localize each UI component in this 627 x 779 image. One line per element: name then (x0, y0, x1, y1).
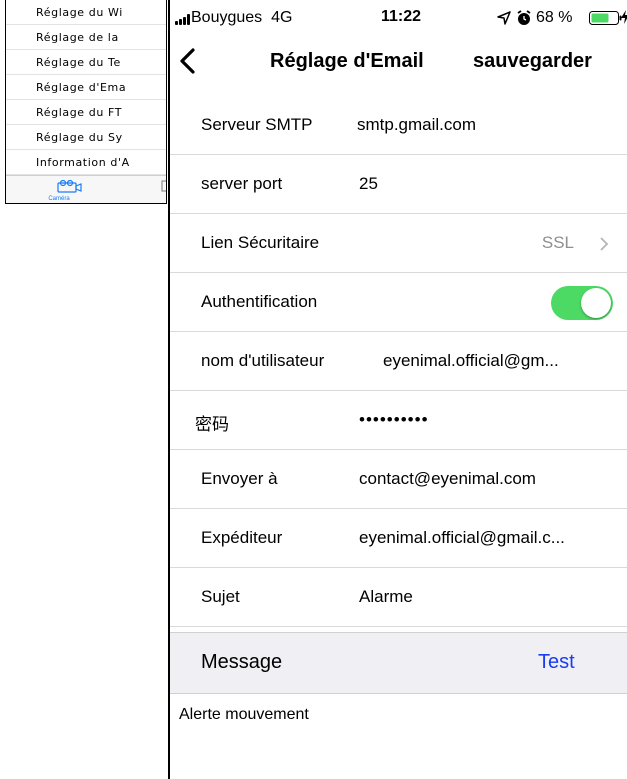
settings-list: Serveur SMTP smtp.gmail.com server port … (170, 96, 627, 627)
toggle-knob (581, 288, 611, 318)
status-time: 11:22 (381, 8, 422, 25)
navigation-bar: Réglage d'Email sauvegarder (170, 36, 627, 88)
send-to-label: Envoyer à (201, 469, 278, 488)
authentication-toggle[interactable] (551, 286, 613, 320)
background-settings-screen: Réglage du Wi Réglage de la Réglage du T… (5, 0, 167, 204)
photo-icon[interactable] (161, 180, 167, 192)
message-body-textarea[interactable]: Alerte mouvement (179, 706, 619, 766)
email-settings-screen: Bouygues 4G 11:22 68 % Réglage d'Email s… (168, 0, 627, 779)
server-port-label: server port (201, 174, 283, 193)
authentication-row: Authentification (170, 273, 627, 332)
save-button[interactable]: sauvegarder (473, 50, 592, 73)
battery-percentage: 68 % (536, 9, 573, 26)
bg-tab-bar: Caméra (6, 175, 167, 203)
location-icon (497, 11, 511, 25)
camera-icon[interactable] (54, 180, 84, 194)
alarm-icon (517, 10, 531, 25)
security-link-label: Lien Sécuritaire (201, 233, 320, 252)
subject-row[interactable]: Sujet Alarme (170, 568, 627, 627)
smtp-server-field[interactable]: smtp.gmail.com (357, 115, 476, 135)
subject-label: Sujet (201, 587, 240, 606)
authentication-label: Authentification (201, 292, 318, 311)
bg-menu-item[interactable]: Réglage du Wi (6, 0, 166, 25)
chevron-right-icon (600, 237, 609, 251)
security-link-row[interactable]: Lien Sécuritaire SSL (170, 214, 627, 273)
password-row[interactable]: 密码 •••••••••• (170, 391, 627, 450)
test-button[interactable]: Test (538, 651, 575, 674)
send-to-row[interactable]: Envoyer à contact@eyenimal.com (170, 450, 627, 509)
password-field[interactable]: •••••••••• (359, 410, 429, 430)
password-label: 密码 (195, 415, 229, 434)
smtp-server-row[interactable]: Serveur SMTP smtp.gmail.com (170, 96, 627, 155)
battery-icon (589, 11, 622, 25)
status-bar: Bouygues 4G 11:22 68 % (170, 0, 627, 36)
subject-field[interactable]: Alarme (359, 587, 413, 607)
sender-row[interactable]: Expéditeur eyenimal.official@gmail.c... (170, 509, 627, 568)
username-row[interactable]: nom d'utilisateur eyenimal.official@gm..… (170, 332, 627, 391)
smtp-server-label: Serveur SMTP (201, 115, 313, 134)
tab-camera-label[interactable]: Caméra (39, 196, 79, 202)
page-title: Réglage d'Email (270, 50, 424, 72)
username-field[interactable]: eyenimal.official@gm... (383, 351, 559, 371)
bg-menu-item[interactable]: Réglage d'Ema (6, 75, 166, 100)
server-port-row[interactable]: server port 25 (170, 155, 627, 214)
bg-menu-item[interactable]: Réglage du FT (6, 100, 166, 125)
bg-menu-item[interactable]: Réglage du Sy (6, 125, 166, 150)
bg-menu-item[interactable]: Information d'A (6, 150, 166, 175)
message-label: Message (201, 651, 283, 673)
chevron-left-icon[interactable] (178, 48, 196, 74)
send-to-field[interactable]: contact@eyenimal.com (359, 469, 536, 489)
sender-label: Expéditeur (201, 528, 283, 547)
security-link-value[interactable]: SSL (542, 233, 574, 253)
server-port-field[interactable]: 25 (359, 174, 378, 194)
charging-icon (621, 10, 627, 24)
bg-menu-item[interactable]: Réglage de la (6, 25, 166, 50)
bg-menu-item[interactable]: Réglage du Te (6, 50, 166, 75)
username-label: nom d'utilisateur (201, 351, 325, 370)
sender-field[interactable]: eyenimal.official@gmail.c... (359, 528, 565, 548)
carrier-label: Bouygues 4G (191, 9, 293, 26)
message-section-header: Message Test (170, 632, 627, 694)
